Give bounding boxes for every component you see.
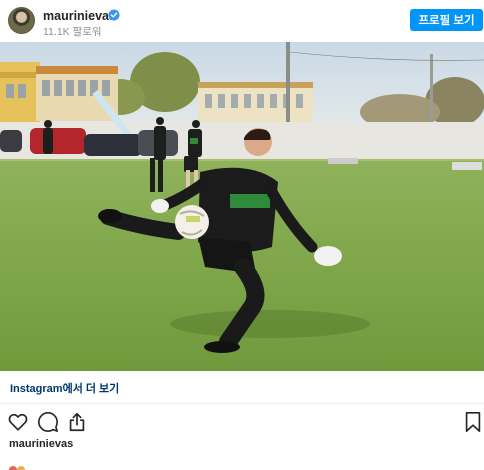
username[interactable]: maurinievas bbox=[43, 9, 116, 23]
share-icon[interactable] bbox=[66, 411, 88, 433]
comment-icon[interactable] bbox=[37, 411, 59, 433]
avatar[interactable] bbox=[8, 7, 35, 34]
post-owner-username[interactable]: maurinievas bbox=[9, 438, 73, 450]
bookmark-icon[interactable] bbox=[463, 411, 483, 433]
post-header: maurinievas 11.1K 팔로워 프로필 보기 bbox=[0, 0, 484, 42]
action-bar bbox=[0, 405, 484, 437]
view-more-link-text[interactable]: Instagram에서 더 보기 bbox=[10, 380, 119, 396]
view-profile-button[interactable]: 프로필 보기 bbox=[410, 9, 483, 31]
verified-badge-icon bbox=[108, 9, 120, 21]
reaction-preview-icon bbox=[9, 466, 25, 470]
followers-count: 11.1K 팔로워 bbox=[43, 26, 102, 38]
post-photo[interactable] bbox=[0, 42, 484, 371]
view-more-on-instagram[interactable]: Instagram에서 더 보기 bbox=[0, 371, 484, 404]
heart-icon[interactable] bbox=[7, 411, 29, 433]
